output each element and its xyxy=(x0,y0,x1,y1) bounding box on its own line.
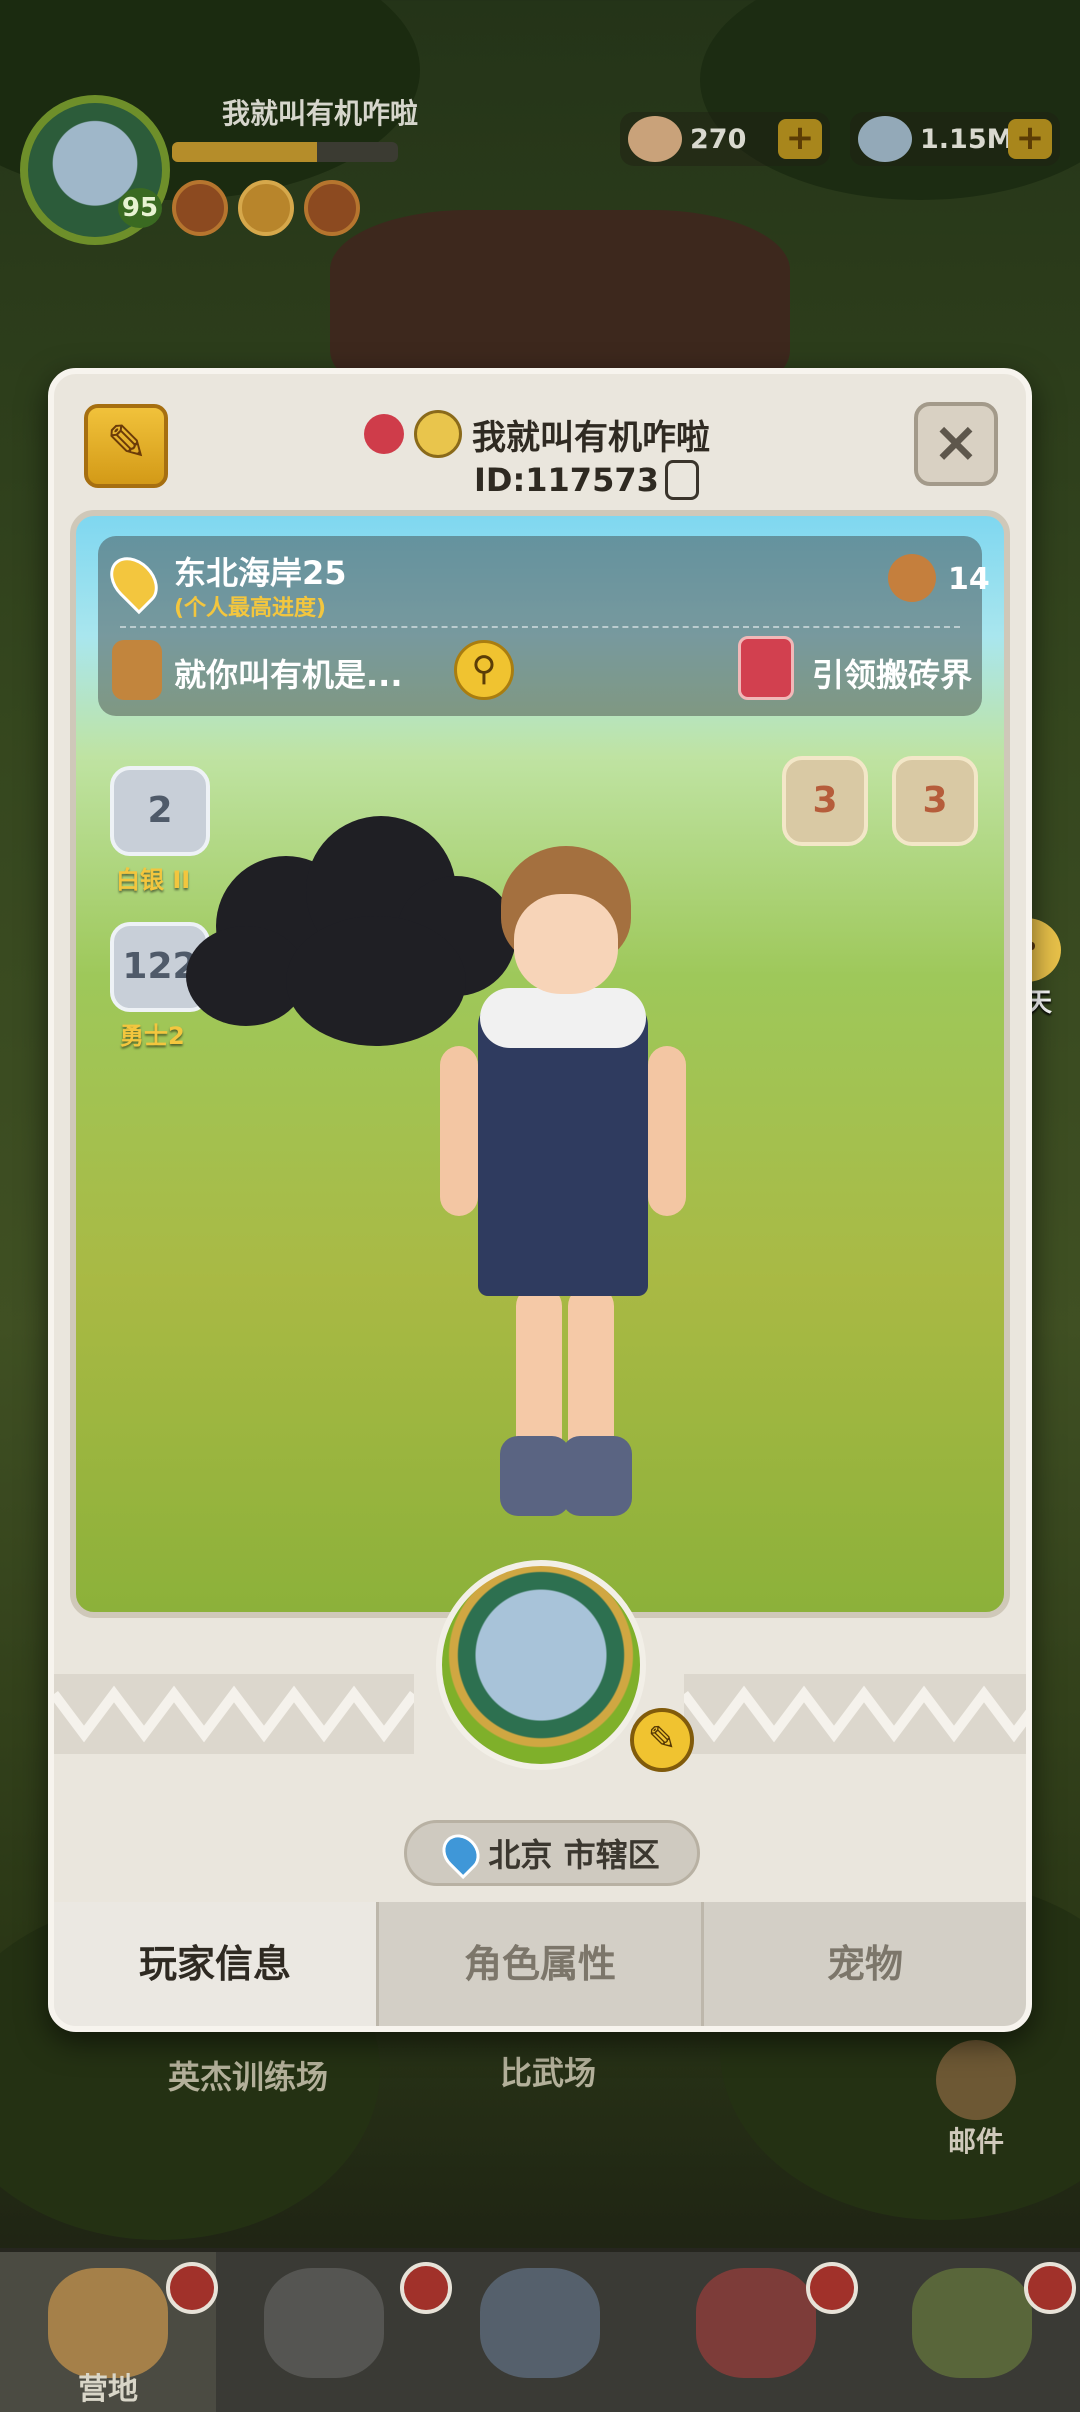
player-profile-modal: 我就叫有机咋啦 ID:117573 × 东北海岸25 (个人最高进度) 14 就… xyxy=(48,368,1032,2032)
currency-shell-value: 270 xyxy=(690,123,747,155)
nav-tribe[interactable] xyxy=(864,2252,1080,2412)
shell-icon xyxy=(628,116,682,162)
player-character xyxy=(416,816,746,1556)
progress-location: 东北海岸25 xyxy=(174,554,347,592)
character-boot xyxy=(562,1436,632,1516)
decor-pattern xyxy=(54,1674,414,1754)
notification-dot xyxy=(166,2262,218,2314)
profile-avatar[interactable] xyxy=(436,1560,646,1770)
nav-equipment[interactable] xyxy=(432,2252,648,2412)
modal-header: 我就叫有机咋啦 ID:117573 × xyxy=(54,374,1026,514)
likes-icon xyxy=(888,554,936,602)
decor-pattern xyxy=(684,1674,1026,1754)
medal-badge[interactable]: 3 xyxy=(892,756,978,846)
id-row: ID:117573 xyxy=(474,456,699,504)
tab-character-attributes[interactable]: 角色属性 xyxy=(379,1902,704,2026)
equipment-icon xyxy=(480,2268,600,2378)
tab-pets[interactable]: 宠物 xyxy=(704,1902,1026,2026)
city-location[interactable]: 北京 市辖区 xyxy=(404,1820,700,1886)
character-arm xyxy=(648,1046,686,1216)
camp-icon xyxy=(48,2268,168,2378)
guild-search-button[interactable]: ⚲ xyxy=(454,640,514,700)
hero-icon xyxy=(264,2268,384,2378)
rank-badge-number: 2 xyxy=(147,790,173,831)
character-boot xyxy=(500,1436,570,1516)
medal-badge[interactable]: 3 xyxy=(782,756,868,846)
nav-camp[interactable]: 营地 xyxy=(0,2252,218,2412)
rank-label-warrior: 勇士2 xyxy=(120,1022,185,1050)
rank-icon xyxy=(414,410,462,458)
notification-dot xyxy=(1024,2262,1076,2314)
nav-camp-label: 营地 xyxy=(78,2372,138,2407)
tab-player-info[interactable]: 玩家信息 xyxy=(54,1902,379,2026)
bottom-nav: 营地 xyxy=(0,2248,1080,2412)
training-ground-label[interactable]: 英杰训练场 xyxy=(168,2052,328,2098)
pet-icon xyxy=(696,2268,816,2378)
character-scene: 东北海岸25 (个人最高进度) 14 就你叫有机是... ⚲ 引领搬砖界 2 白… xyxy=(70,510,1010,1618)
info-divider xyxy=(120,626,960,628)
skill-icon[interactable] xyxy=(172,180,228,236)
location-pin-icon xyxy=(435,1826,488,1880)
location-pin-icon xyxy=(100,547,168,615)
likes-count: 14 xyxy=(948,562,990,597)
nav-pet[interactable] xyxy=(648,2252,864,2412)
nav-hero[interactable] xyxy=(216,2252,452,2412)
player-name: 我就叫有机咋啦 xyxy=(222,97,419,130)
edit-profile-button[interactable] xyxy=(84,404,168,488)
city-text: 北京 市辖区 xyxy=(488,1836,660,1874)
guild-icon xyxy=(112,640,162,700)
xp-bar xyxy=(172,142,398,162)
player-level: 95 xyxy=(118,188,162,228)
xp-fill xyxy=(172,142,317,162)
avatar-edit-button[interactable]: ✎ xyxy=(630,1708,694,1772)
character-face xyxy=(514,894,618,994)
arena-label[interactable]: 比武场 xyxy=(500,2048,596,2094)
tribe-icon xyxy=(912,2268,1032,2378)
player-id: ID:117573 xyxy=(474,461,659,499)
notification-dot xyxy=(806,2262,858,2314)
title-row: 我就叫有机咋啦 xyxy=(364,404,710,464)
title-badge-icon xyxy=(738,636,794,700)
rank-label-silver: 白银 II xyxy=(116,866,191,894)
close-button[interactable]: × xyxy=(914,402,998,486)
profile-name: 我就叫有机咋啦 xyxy=(472,417,710,458)
pin-icon xyxy=(364,414,404,454)
add-shell-button[interactable]: + xyxy=(778,119,822,159)
character-arm xyxy=(440,1046,478,1216)
mail-button[interactable]: 邮件 xyxy=(916,2040,1036,2160)
currency-shell: 270 + xyxy=(620,112,830,166)
mail-label: 邮件 xyxy=(947,2125,1004,2158)
player-title: 引领搬砖界 xyxy=(812,656,973,694)
pearl-icon xyxy=(858,116,912,162)
profile-tabs: 玩家信息 角色属性 宠物 xyxy=(54,1902,1026,2026)
progress-subtitle: (个人最高进度) xyxy=(174,596,327,621)
skill-icon[interactable] xyxy=(238,180,294,236)
skill-icon[interactable] xyxy=(304,180,360,236)
currency-pearl: 1.15M + xyxy=(850,112,1060,166)
currency-pearl-value: 1.15M xyxy=(920,123,1014,155)
copy-icon[interactable] xyxy=(664,460,699,500)
guild-name: 就你叫有机是... xyxy=(174,656,403,694)
add-pearl-button[interactable]: + xyxy=(1008,119,1052,159)
character-collar xyxy=(480,988,646,1048)
mail-icon xyxy=(936,2040,1016,2120)
info-panel: 东北海岸25 (个人最高进度) 14 就你叫有机是... ⚲ 引领搬砖界 xyxy=(98,536,990,716)
